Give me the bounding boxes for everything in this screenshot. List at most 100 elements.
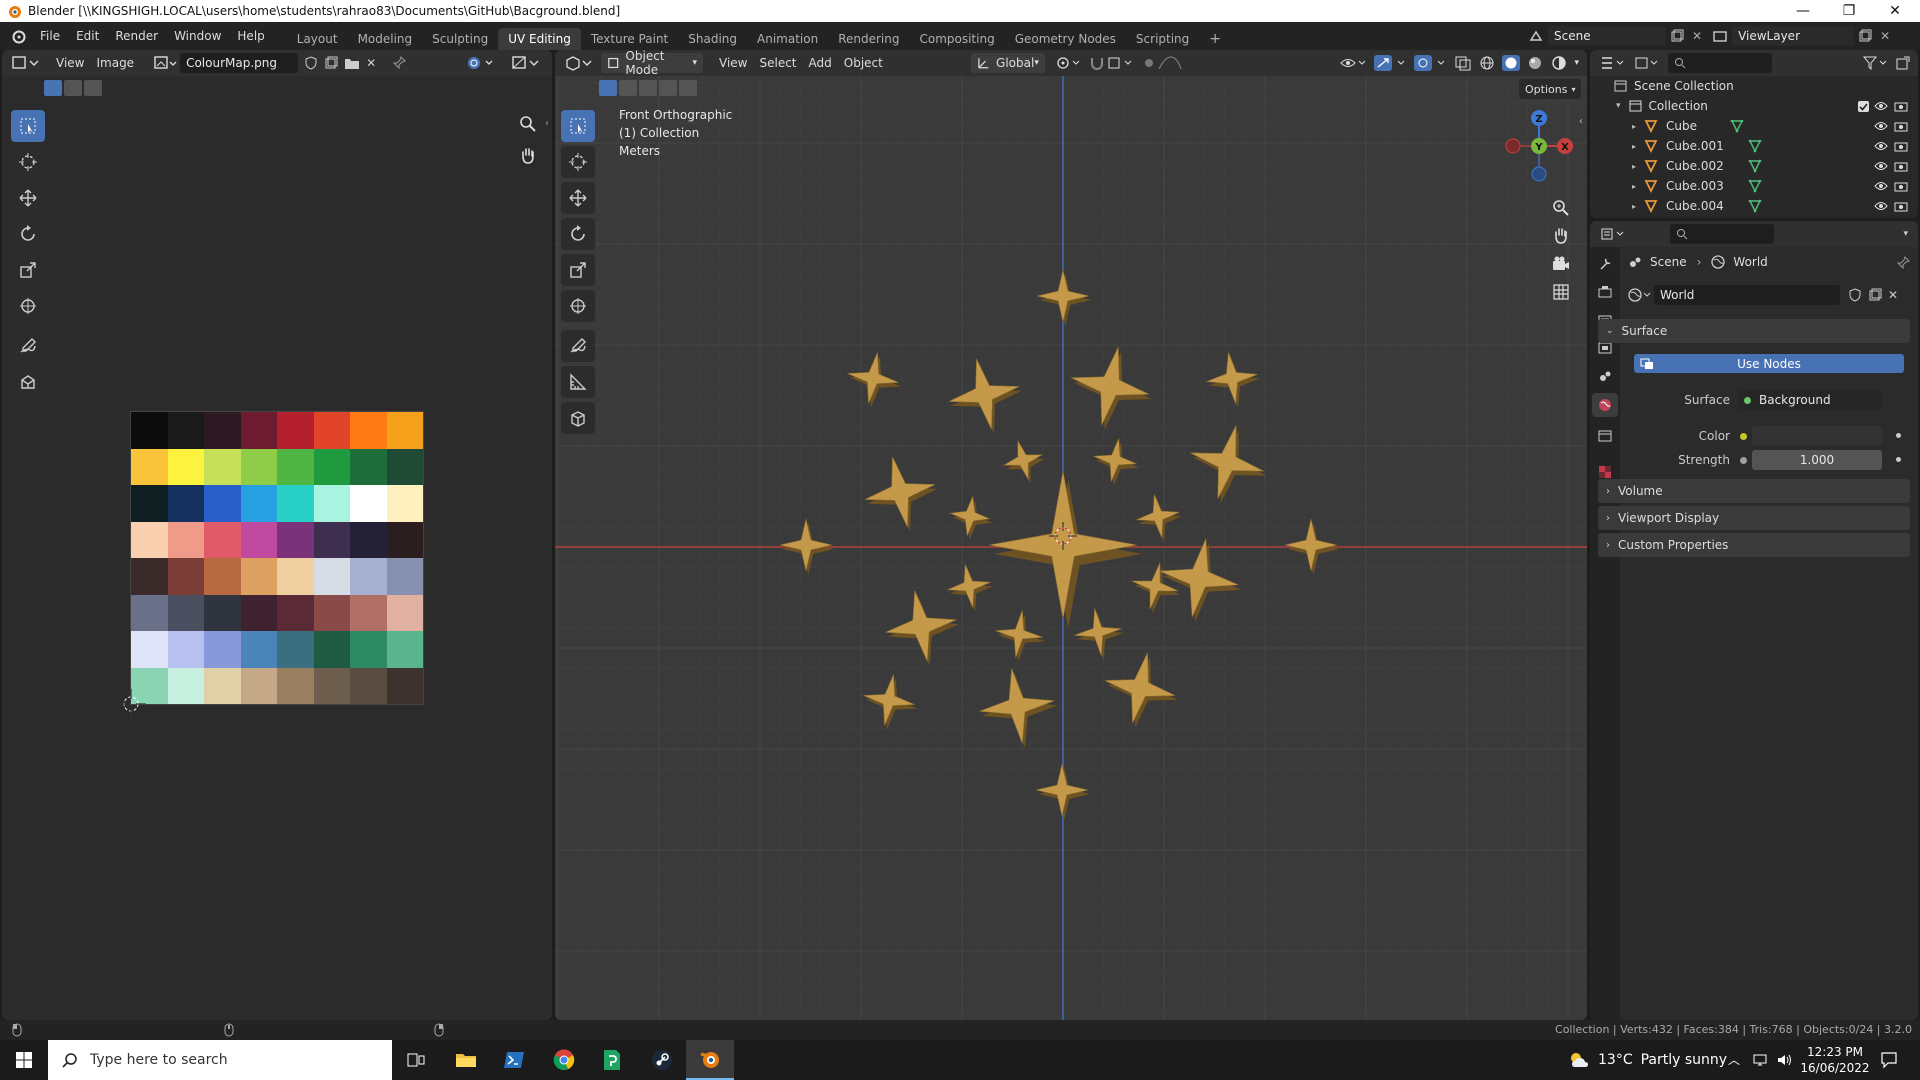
task-view-button[interactable] bbox=[392, 1040, 440, 1080]
open-image-icon[interactable] bbox=[344, 56, 360, 70]
star-object[interactable] bbox=[1036, 269, 1092, 326]
surface-shader-field[interactable]: Background bbox=[1738, 390, 1882, 410]
rotate-tool[interactable] bbox=[11, 218, 45, 250]
view-layer-tab-icon[interactable] bbox=[1598, 341, 1612, 355]
render-tab-icon[interactable] bbox=[1598, 285, 1612, 299]
collapse-n-panel-icon[interactable]: ‹ bbox=[1579, 116, 1583, 127]
tray-overflow-icon[interactable]: ︿ bbox=[1728, 1051, 1740, 1068]
camera-view-icon[interactable] bbox=[1551, 254, 1571, 274]
navigation-gizmo[interactable]: Z X Y bbox=[1499, 106, 1579, 186]
tab-layout[interactable]: Layout bbox=[287, 28, 348, 50]
tab-geometry-nodes[interactable]: Geometry Nodes bbox=[1005, 28, 1126, 50]
star-object[interactable] bbox=[1070, 346, 1152, 430]
properties-options-icon[interactable]: ▾ bbox=[1903, 229, 1908, 239]
expand-object-icon[interactable]: ▸ bbox=[1632, 142, 1636, 151]
menu-window[interactable]: Window bbox=[166, 22, 229, 50]
eye-icon[interactable] bbox=[1874, 160, 1888, 172]
uv-image-colourmap[interactable] bbox=[131, 412, 423, 704]
scene-tab-icon[interactable] bbox=[1598, 369, 1612, 383]
new-scene-icon[interactable] bbox=[1670, 29, 1684, 43]
scene-collection-row[interactable]: Scene Collection bbox=[1590, 76, 1918, 96]
delete-viewlayer-icon[interactable]: ✕ bbox=[1880, 29, 1890, 43]
star-object[interactable] bbox=[1189, 424, 1267, 504]
blender-taskbar-button[interactable] bbox=[686, 1040, 734, 1080]
image-browse-icon[interactable] bbox=[154, 55, 178, 71]
render-camera-icon[interactable] bbox=[1894, 120, 1908, 132]
powershell-button[interactable] bbox=[490, 1040, 538, 1080]
zoom-icon[interactable] bbox=[518, 114, 538, 134]
tab-uv-editing[interactable]: UV Editing bbox=[498, 28, 581, 50]
outliner-object-row[interactable]: ▸ Cube.004 bbox=[1590, 196, 1918, 216]
tab-shading[interactable]: Shading bbox=[678, 28, 747, 50]
star-object[interactable] bbox=[1159, 538, 1242, 623]
file-explorer-button[interactable] bbox=[442, 1040, 490, 1080]
world-name-field[interactable]: World bbox=[1654, 285, 1840, 305]
image-name-field[interactable]: ColourMap.png bbox=[180, 53, 299, 73]
star-object[interactable] bbox=[947, 564, 994, 612]
mesh-data-icon[interactable] bbox=[1730, 119, 1744, 133]
breadcrumb-world[interactable]: World bbox=[1733, 255, 1767, 269]
custom-properties-panel-header[interactable]: › Custom Properties bbox=[1598, 533, 1910, 557]
new-viewlayer-icon[interactable] bbox=[1858, 29, 1872, 43]
tab-compositing[interactable]: Compositing bbox=[909, 28, 1004, 50]
star-object[interactable] bbox=[863, 674, 917, 730]
world-browse-icon[interactable] bbox=[1628, 287, 1652, 303]
viewlayer-icon[interactable] bbox=[1712, 28, 1728, 44]
spreadsheet-app-button[interactable] bbox=[588, 1040, 636, 1080]
collapse-sidebar-icon[interactable]: ‹ bbox=[545, 118, 549, 129]
properties-search-input[interactable] bbox=[1670, 224, 1774, 244]
star-object[interactable] bbox=[1093, 438, 1140, 486]
exclude-checkbox[interactable] bbox=[1858, 100, 1869, 112]
restore-button[interactable]: ❐ bbox=[1826, 0, 1872, 22]
outliner-type-icon[interactable] bbox=[1600, 55, 1628, 71]
weather-widget[interactable]: 13°C Partly sunny bbox=[1568, 1040, 1727, 1080]
filter-icon[interactable] bbox=[1862, 55, 1890, 71]
network-icon[interactable] bbox=[1752, 1052, 1770, 1068]
eye-icon[interactable] bbox=[1874, 200, 1888, 212]
ortho-toggle-icon[interactable] bbox=[1551, 282, 1571, 302]
display-channels-icon[interactable] bbox=[512, 55, 540, 71]
add-workspace-icon[interactable]: + bbox=[1199, 28, 1231, 50]
render-camera-icon[interactable] bbox=[1894, 140, 1908, 152]
star-object[interactable] bbox=[1136, 494, 1183, 542]
expand-object-icon[interactable]: ▸ bbox=[1632, 202, 1636, 211]
star-object[interactable] bbox=[1035, 763, 1091, 820]
mesh-data-icon[interactable] bbox=[1748, 159, 1762, 173]
menu-file[interactable]: File bbox=[32, 22, 68, 50]
outliner-object-row[interactable]: ▸ Cube.001 bbox=[1590, 136, 1918, 156]
grab-tool[interactable] bbox=[11, 366, 45, 398]
tab-texture-paint[interactable]: Texture Paint bbox=[581, 28, 678, 50]
3d-viewport[interactable]: Object Mode ▾ View Select Add Object Glob… bbox=[555, 50, 1587, 1020]
cursor-tool[interactable] bbox=[11, 146, 45, 178]
scale-tool[interactable] bbox=[11, 254, 45, 286]
overlays-icon[interactable] bbox=[466, 55, 498, 71]
render-camera-icon[interactable] bbox=[1894, 160, 1908, 172]
menu-edit[interactable]: Edit bbox=[68, 22, 107, 50]
select-mode-subtract-icon[interactable] bbox=[84, 80, 102, 96]
minimize-button[interactable]: — bbox=[1780, 0, 1826, 22]
vp-pan-hand-icon[interactable] bbox=[1551, 226, 1571, 246]
collection-tab-icon[interactable] bbox=[1598, 429, 1612, 443]
breadcrumb-scene[interactable]: Scene bbox=[1650, 255, 1687, 269]
world-new-icon[interactable] bbox=[1868, 288, 1882, 302]
menu-render[interactable]: Render bbox=[107, 22, 166, 50]
expand-object-icon[interactable]: ▸ bbox=[1632, 162, 1636, 171]
2d-cursor-icon[interactable] bbox=[114, 687, 148, 721]
outliner-object-row[interactable]: ▸ Cube bbox=[1590, 116, 1918, 136]
texture-tab-icon[interactable] bbox=[1598, 465, 1612, 479]
star-object[interactable] bbox=[779, 518, 835, 575]
eye-icon[interactable] bbox=[1874, 140, 1888, 152]
expand-object-icon[interactable]: ▸ bbox=[1632, 122, 1636, 131]
steam-button[interactable] bbox=[638, 1040, 686, 1080]
outliner-object-row[interactable]: ▸ Cube.002 bbox=[1590, 156, 1918, 176]
blender-menu-icon[interactable] bbox=[10, 28, 26, 44]
annotate-tool[interactable] bbox=[11, 330, 45, 362]
star-object[interactable] bbox=[979, 668, 1058, 749]
color-keyframe-icon[interactable] bbox=[1896, 433, 1901, 438]
expand-object-icon[interactable]: ▸ bbox=[1632, 182, 1636, 191]
fake-user-icon[interactable] bbox=[304, 56, 318, 70]
scene-icon[interactable] bbox=[1528, 28, 1544, 44]
new-image-icon[interactable] bbox=[324, 56, 338, 70]
strength-keyframe-icon[interactable] bbox=[1896, 457, 1901, 462]
tab-rendering[interactable]: Rendering bbox=[828, 28, 909, 50]
